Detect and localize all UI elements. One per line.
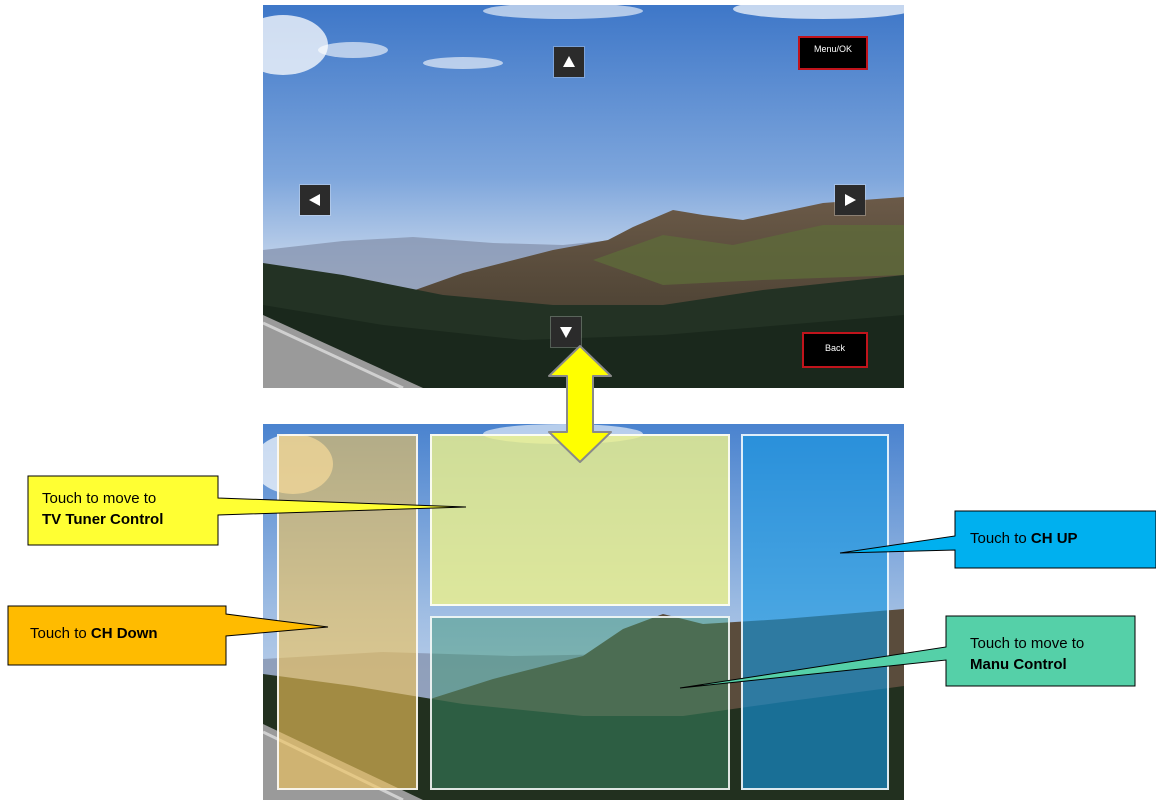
triangle-down-icon xyxy=(560,327,572,338)
ch-up-callout-text: Touch to CH UP xyxy=(970,528,1078,549)
back-label: Back xyxy=(824,343,845,353)
triangle-left-icon xyxy=(309,194,320,206)
left-arrow-button[interactable] xyxy=(300,185,330,215)
back-button[interactable]: Back xyxy=(802,332,868,368)
menu-ok-label: Menu/OK xyxy=(813,44,853,54)
up-arrow-button[interactable] xyxy=(554,47,584,77)
ch-down-callout-prefix: Touch to xyxy=(30,625,91,642)
double-headed-arrow-icon xyxy=(548,345,612,463)
menu-callout-line1: Touch to move to xyxy=(970,635,1085,652)
menu-callout-line2: Manu Control xyxy=(970,656,1067,673)
menu-callout-text: Touch to move to Manu Control xyxy=(970,633,1084,675)
triangle-up-icon xyxy=(563,56,575,67)
menu-ok-button[interactable]: Menu/OK xyxy=(798,36,868,70)
triangle-right-icon xyxy=(845,194,856,206)
ch-down-touch-zone[interactable] xyxy=(277,434,418,790)
ch-up-callout-bold: CH UP xyxy=(1030,530,1078,547)
ch-down-callout-bold: CH Down xyxy=(90,625,158,642)
tv-tuner-callout-line2: TV Tuner Control xyxy=(42,511,164,528)
down-arrow-button[interactable] xyxy=(551,317,581,347)
ch-down-callout-text: Touch to CH Down xyxy=(30,623,158,644)
ch-up-callout-prefix: Touch to xyxy=(970,530,1031,547)
right-arrow-button[interactable] xyxy=(835,185,865,215)
tv-tuner-callout-line1: Touch to move to xyxy=(42,490,157,507)
top-touch-screen: Menu/OK Back xyxy=(263,5,904,388)
menu-control-touch-zone[interactable] xyxy=(430,616,730,790)
ch-up-touch-zone[interactable] xyxy=(741,434,889,790)
bottom-touch-zones-screen xyxy=(263,424,904,800)
tv-tuner-callout-text: Touch to move to TV Tuner Control xyxy=(42,488,163,530)
